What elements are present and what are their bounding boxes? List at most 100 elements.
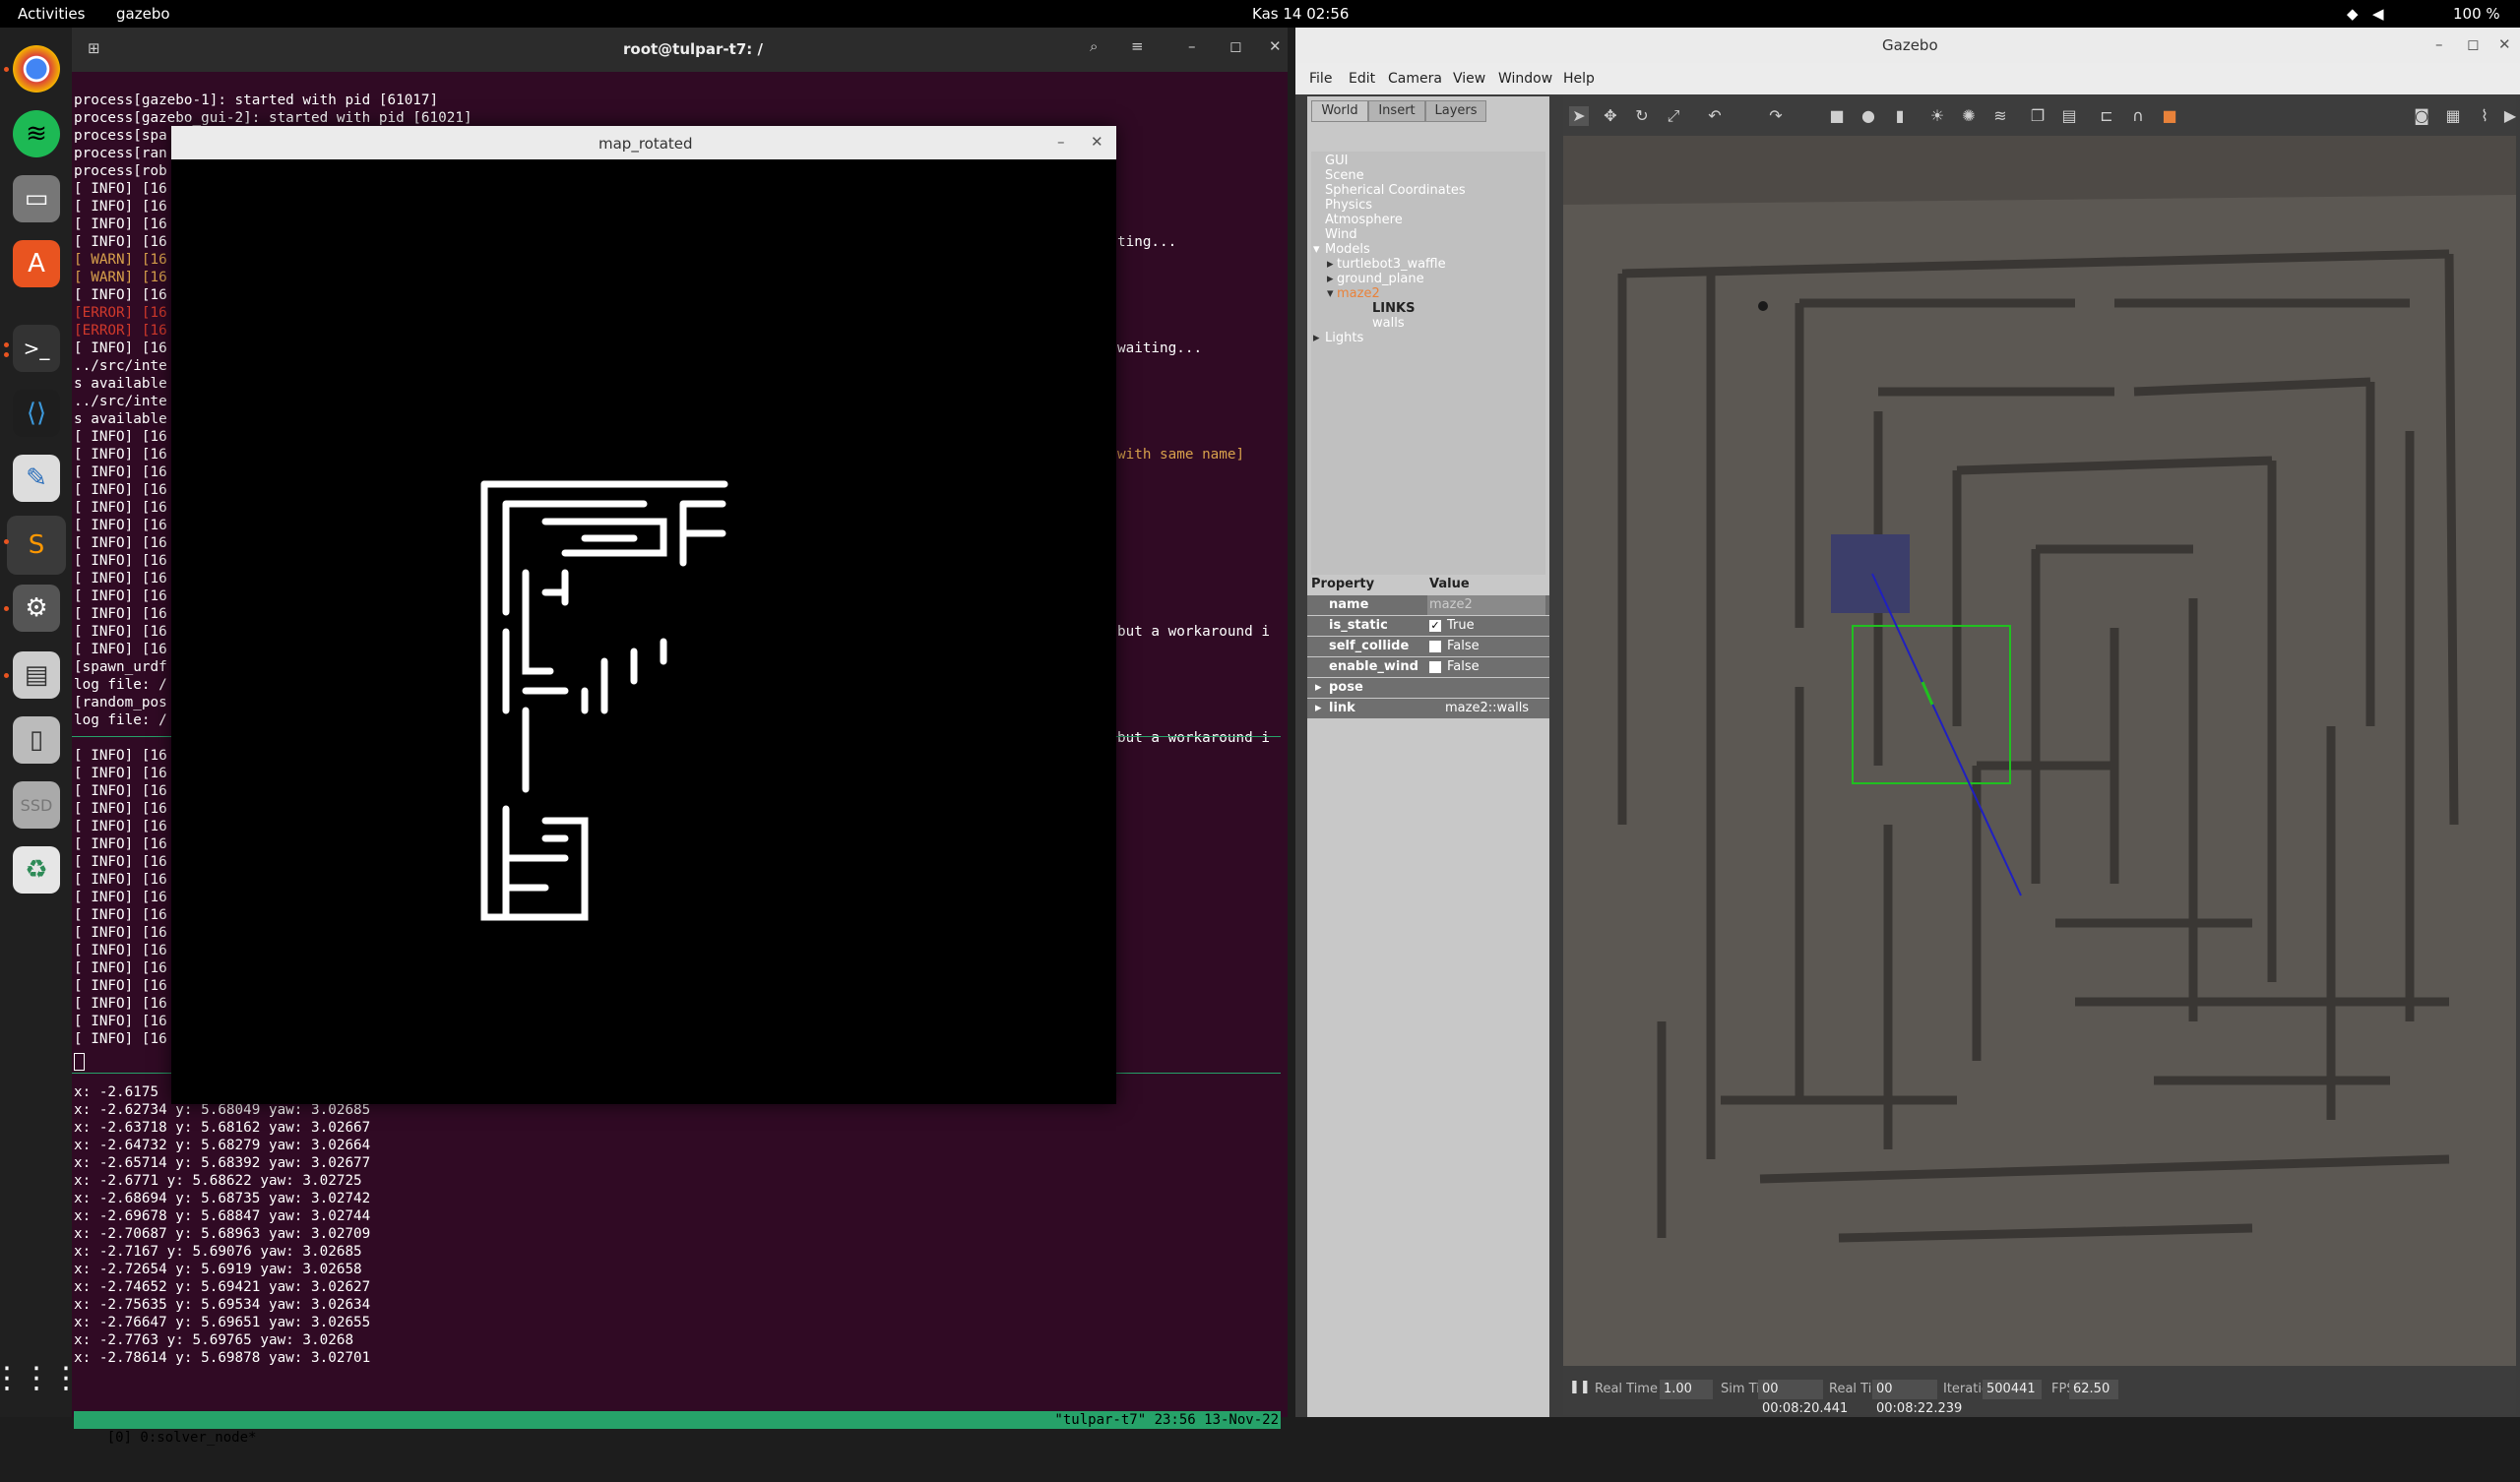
sublime-icon[interactable]: S: [7, 516, 66, 575]
map-rotated-window[interactable]: map_rotated – ✕: [171, 126, 1116, 1104]
tree-wind[interactable]: Wind: [1325, 227, 1357, 242]
spot-light-icon[interactable]: ✺: [1959, 106, 1979, 126]
checkbox-icon[interactable]: [1429, 641, 1441, 652]
pause-icon[interactable]: ❚❚: [1569, 1380, 1591, 1394]
tree-model-maze[interactable]: maze2: [1337, 286, 1380, 301]
rotate-icon[interactable]: ↻: [1632, 106, 1652, 126]
menu-edit[interactable]: Edit: [1349, 71, 1375, 87]
translate-icon[interactable]: ✥: [1601, 106, 1620, 126]
activities-button[interactable]: Activities: [18, 5, 85, 23]
box-icon[interactable]: ■: [1827, 106, 1847, 126]
cylinder-icon[interactable]: ▮: [1890, 106, 1910, 126]
drive-icon[interactable]: ▯: [13, 716, 60, 764]
undo-icon[interactable]: ↶: [1705, 106, 1725, 126]
scale-icon[interactable]: ⤢: [1664, 106, 1683, 126]
search-icon[interactable]: ⌕: [1090, 37, 1098, 55]
volume-icon[interactable]: ◀: [2372, 5, 2384, 23]
minimize-icon[interactable]: –: [2435, 35, 2443, 53]
chevron-right-icon[interactable]: ▸: [1327, 257, 1334, 272]
select-arrow-icon[interactable]: ➤: [1569, 106, 1589, 126]
network-icon[interactable]: ◆: [2347, 5, 2359, 23]
tree-spherical[interactable]: Spherical Coordinates: [1325, 183, 1466, 198]
terminal-pane-bottom[interactable]: x: -2.6175 x: -2.62734 y: 5.68049 yaw: 3.…: [74, 1083, 370, 1367]
sphere-icon[interactable]: ●: [1858, 106, 1878, 126]
tab-world[interactable]: World: [1311, 100, 1368, 122]
tree-physics[interactable]: Physics: [1325, 198, 1372, 213]
trash-icon[interactable]: ♻: [13, 846, 60, 894]
menu-icon[interactable]: ≡: [1131, 37, 1144, 55]
align-icon[interactable]: ⊏: [2097, 106, 2116, 126]
tree-model-turtlebot[interactable]: turtlebot3_waffle: [1337, 257, 1446, 272]
prop-row-link[interactable]: ▸ link maze2::walls: [1307, 699, 1549, 718]
term-line: x: -2.65714 y: 5.68392 yaw: 3.02677: [74, 1155, 371, 1171]
log-icon[interactable]: ▦: [2443, 106, 2463, 126]
maximize-icon[interactable]: ◻: [2467, 35, 2479, 53]
3d-scene-viewport[interactable]: [1563, 136, 2516, 1366]
chevron-down-icon[interactable]: ▾: [1327, 286, 1334, 301]
minimize-icon[interactable]: –: [1057, 133, 1065, 151]
ssd-icon[interactable]: SSD: [13, 781, 60, 829]
new-tab-icon[interactable]: ⊞: [88, 39, 100, 57]
document-viewer-icon[interactable]: ▤: [13, 651, 60, 699]
menu-view[interactable]: View: [1453, 71, 1485, 87]
close-icon[interactable]: ✕: [2498, 35, 2511, 53]
tmux-window-list[interactable]: [0] 0:solver_node*: [107, 1430, 257, 1446]
video-icon[interactable]: ▶: [2500, 106, 2520, 126]
copy-icon[interactable]: ❐: [2028, 106, 2048, 126]
prop-row-wind[interactable]: enable_wind False: [1307, 657, 1549, 677]
terminal-icon[interactable]: >_: [13, 325, 60, 372]
close-icon[interactable]: ✕: [1269, 37, 1282, 55]
maximize-icon[interactable]: ◻: [1229, 37, 1241, 55]
redo-icon[interactable]: ↷: [1766, 106, 1786, 126]
prop-row-name[interactable]: name maze2: [1307, 595, 1549, 615]
app-grid-icon[interactable]: ⋮⋮⋮: [0, 1354, 81, 1401]
tab-insert[interactable]: Insert: [1368, 100, 1425, 122]
prop-row-collide[interactable]: self_collide False: [1307, 637, 1549, 656]
text-editor-icon[interactable]: ✎: [13, 455, 60, 502]
tree-lights[interactable]: Lights: [1325, 331, 1363, 345]
prop-row-pose[interactable]: ▸ pose: [1307, 678, 1549, 698]
term-line: waiting...: [1117, 340, 1203, 356]
prop-row-static[interactable]: is_static ✓ True: [1307, 616, 1549, 636]
chevron-down-icon[interactable]: ▾: [1313, 242, 1320, 257]
tree-gui[interactable]: GUI: [1325, 154, 1348, 168]
orange-box-icon[interactable]: ■: [2160, 106, 2179, 126]
focused-app-name[interactable]: gazebo: [116, 5, 170, 23]
directional-light-icon[interactable]: ≋: [1990, 106, 2010, 126]
terminal-pane-middle[interactable]: [ INFO] [16 [ INFO] [16 [ INFO] [16 [ INFO]…: [74, 747, 167, 1048]
spotify-icon[interactable]: ≋: [13, 110, 60, 157]
snap-icon[interactable]: ∩: [2128, 106, 2148, 126]
menu-camera[interactable]: Camera: [1388, 71, 1442, 87]
tree-model-ground[interactable]: ground_plane: [1337, 272, 1424, 286]
clock[interactable]: Kas 14 02:56: [1252, 5, 1349, 23]
prop-value[interactable]: maze2: [1427, 595, 1545, 615]
close-icon[interactable]: ✕: [1091, 133, 1103, 151]
tree-atmosphere[interactable]: Atmosphere: [1325, 213, 1403, 227]
tree-link-walls[interactable]: walls: [1372, 316, 1405, 331]
settings-icon[interactable]: ⚙: [13, 585, 60, 632]
tab-layers[interactable]: Layers: [1425, 100, 1486, 122]
menu-file[interactable]: File: [1309, 71, 1332, 87]
plot-icon[interactable]: ⌇: [2475, 106, 2494, 126]
paste-icon[interactable]: ▤: [2059, 106, 2079, 126]
gazebo-window[interactable]: Gazebo – ◻ ✕ File Edit Camera View Windo…: [1295, 28, 2520, 1417]
point-light-icon[interactable]: ☀: [1927, 106, 1947, 126]
tree-scene[interactable]: Scene: [1325, 168, 1364, 183]
checkbox-checked-icon[interactable]: ✓: [1429, 620, 1441, 632]
battery-indicator[interactable]: 100 %: [2453, 5, 2500, 23]
chevron-right-icon[interactable]: ▸: [1313, 331, 1320, 345]
checkbox-icon[interactable]: [1429, 661, 1441, 673]
files-icon[interactable]: ▭: [13, 175, 60, 222]
menu-window[interactable]: Window: [1498, 71, 1552, 87]
term-line: but a workaround i: [1117, 624, 1270, 640]
chevron-right-icon[interactable]: ▸: [1327, 272, 1334, 286]
menu-help[interactable]: Help: [1563, 71, 1595, 87]
chevron-right-icon[interactable]: ▸: [1315, 678, 1322, 698]
software-icon[interactable]: A: [13, 240, 60, 287]
chrome-icon[interactable]: [13, 45, 60, 93]
tree-models[interactable]: Models: [1325, 242, 1370, 257]
minimize-icon[interactable]: –: [1188, 37, 1196, 55]
chevron-right-icon[interactable]: ▸: [1315, 699, 1322, 718]
vscode-icon[interactable]: ⟨⟩: [13, 390, 60, 437]
screenshot-icon[interactable]: ◙: [2412, 106, 2431, 126]
